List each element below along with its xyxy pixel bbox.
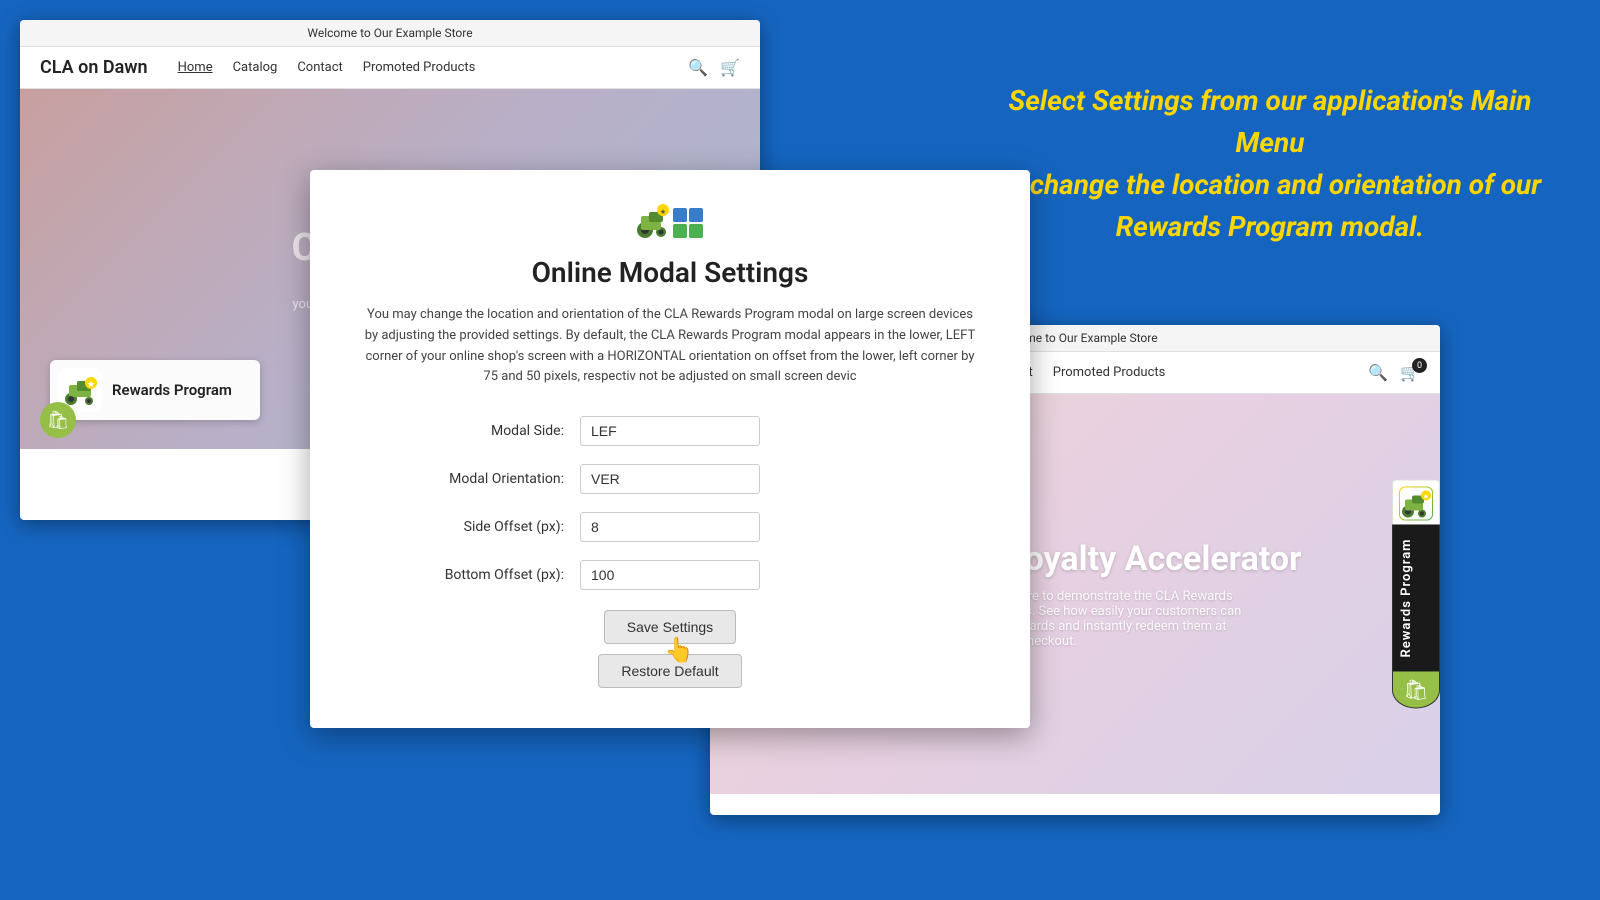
nav-link-promoted[interactable]: Promoted Products [363, 60, 476, 75]
shopify-bag-icon-right: 🛍 [1403, 677, 1428, 701]
input-modal-side[interactable] [580, 416, 760, 446]
restore-defaults-button[interactable]: Restore Default [598, 654, 741, 688]
svg-text:★: ★ [87, 380, 95, 389]
rewards-badge-left-label: Rewards Program [112, 381, 232, 399]
form-row-side-offset: Side Offset (px): [360, 512, 980, 542]
input-bottom-offset[interactable] [580, 560, 760, 590]
store-left-nav-links: Home Catalog Contact Promoted Products [178, 60, 476, 75]
rewards-badge-left[interactable]: ★ Rewards Program 🛍 [50, 360, 260, 420]
store-left-logo: CLA on Dawn [40, 57, 148, 78]
cart-badge: 0 [1412, 358, 1427, 373]
modal-settings-description: You may change the location and orientat… [360, 305, 980, 388]
rewards-badge-right-icon-top: ★ [1392, 480, 1440, 525]
store-right-nav-icons: 🔍 🛒 0 [1368, 363, 1420, 382]
instruction-line3: Rewards Program modal. [1116, 210, 1424, 243]
store-left-nav-icons: 🔍 🛒 [688, 58, 740, 77]
modal-logo: ★ [360, 200, 980, 240]
nav-link-home[interactable]: Home [178, 60, 213, 75]
form-row-modal-side: Modal Side: [360, 416, 980, 446]
form-row-modal-orientation: Modal Orientation: [360, 464, 980, 494]
modal-settings-title: Online Modal Settings [360, 256, 980, 289]
shopify-icon-left: 🛍 [40, 402, 76, 438]
modal-logo-img: ★ [635, 200, 705, 240]
shopify-icon-right: 🛍 [1392, 671, 1440, 708]
modal-settings-window: ★ Online Modal Settings You may change t… [310, 170, 1030, 728]
rewards-badge-right-label: Rewards Program [1392, 525, 1440, 672]
rewards-badge-right-svg: ★ [1400, 488, 1432, 520]
search-icon[interactable]: 🔍 [688, 58, 708, 77]
store-left-nav: CLA on Dawn Home Catalog Contact Promote… [20, 47, 760, 89]
store-left-announcement: Welcome to Our Example Store [20, 20, 760, 47]
shopify-bag-icon: 🛍 [47, 410, 70, 431]
label-bottom-offset: Bottom Offset (px): [360, 567, 580, 583]
cart-icon-right[interactable]: 🛒 0 [1400, 363, 1420, 382]
rewards-badge-right[interactable]: ★ Rewards Program 🛍 [1392, 480, 1440, 709]
svg-text:★: ★ [1423, 494, 1429, 501]
label-modal-orientation: Modal Orientation: [360, 471, 580, 487]
modal-logo-icon: ★ [635, 200, 705, 240]
nav-link-contact[interactable]: Contact [297, 60, 342, 75]
input-modal-orientation[interactable] [580, 464, 760, 494]
instruction-line1: Select Settings from our application's M… [1009, 84, 1532, 159]
nav-link-catalog[interactable]: Catalog [233, 60, 278, 75]
svg-text:★: ★ [660, 208, 666, 216]
form-row-bottom-offset: Bottom Offset (px): [360, 560, 980, 590]
label-side-offset: Side Offset (px): [360, 519, 580, 535]
cart-icon[interactable]: 🛒 [720, 58, 740, 77]
label-modal-side: Modal Side: [360, 423, 580, 439]
instruction-block: Select Settings from our application's M… [980, 80, 1560, 248]
save-button-wrap: Save Settings 👆 [604, 610, 736, 644]
cla-mini-icon: ★ [1399, 487, 1433, 521]
instruction-line2: to change the location and orientation o… [999, 168, 1541, 201]
modal-button-row: Save Settings 👆 Restore Default [360, 610, 980, 688]
nav-right-promoted[interactable]: Promoted Products [1053, 365, 1166, 380]
search-icon-right[interactable]: 🔍 [1368, 363, 1388, 382]
input-side-offset[interactable] [580, 512, 760, 542]
save-settings-button[interactable]: Save Settings [604, 610, 736, 644]
